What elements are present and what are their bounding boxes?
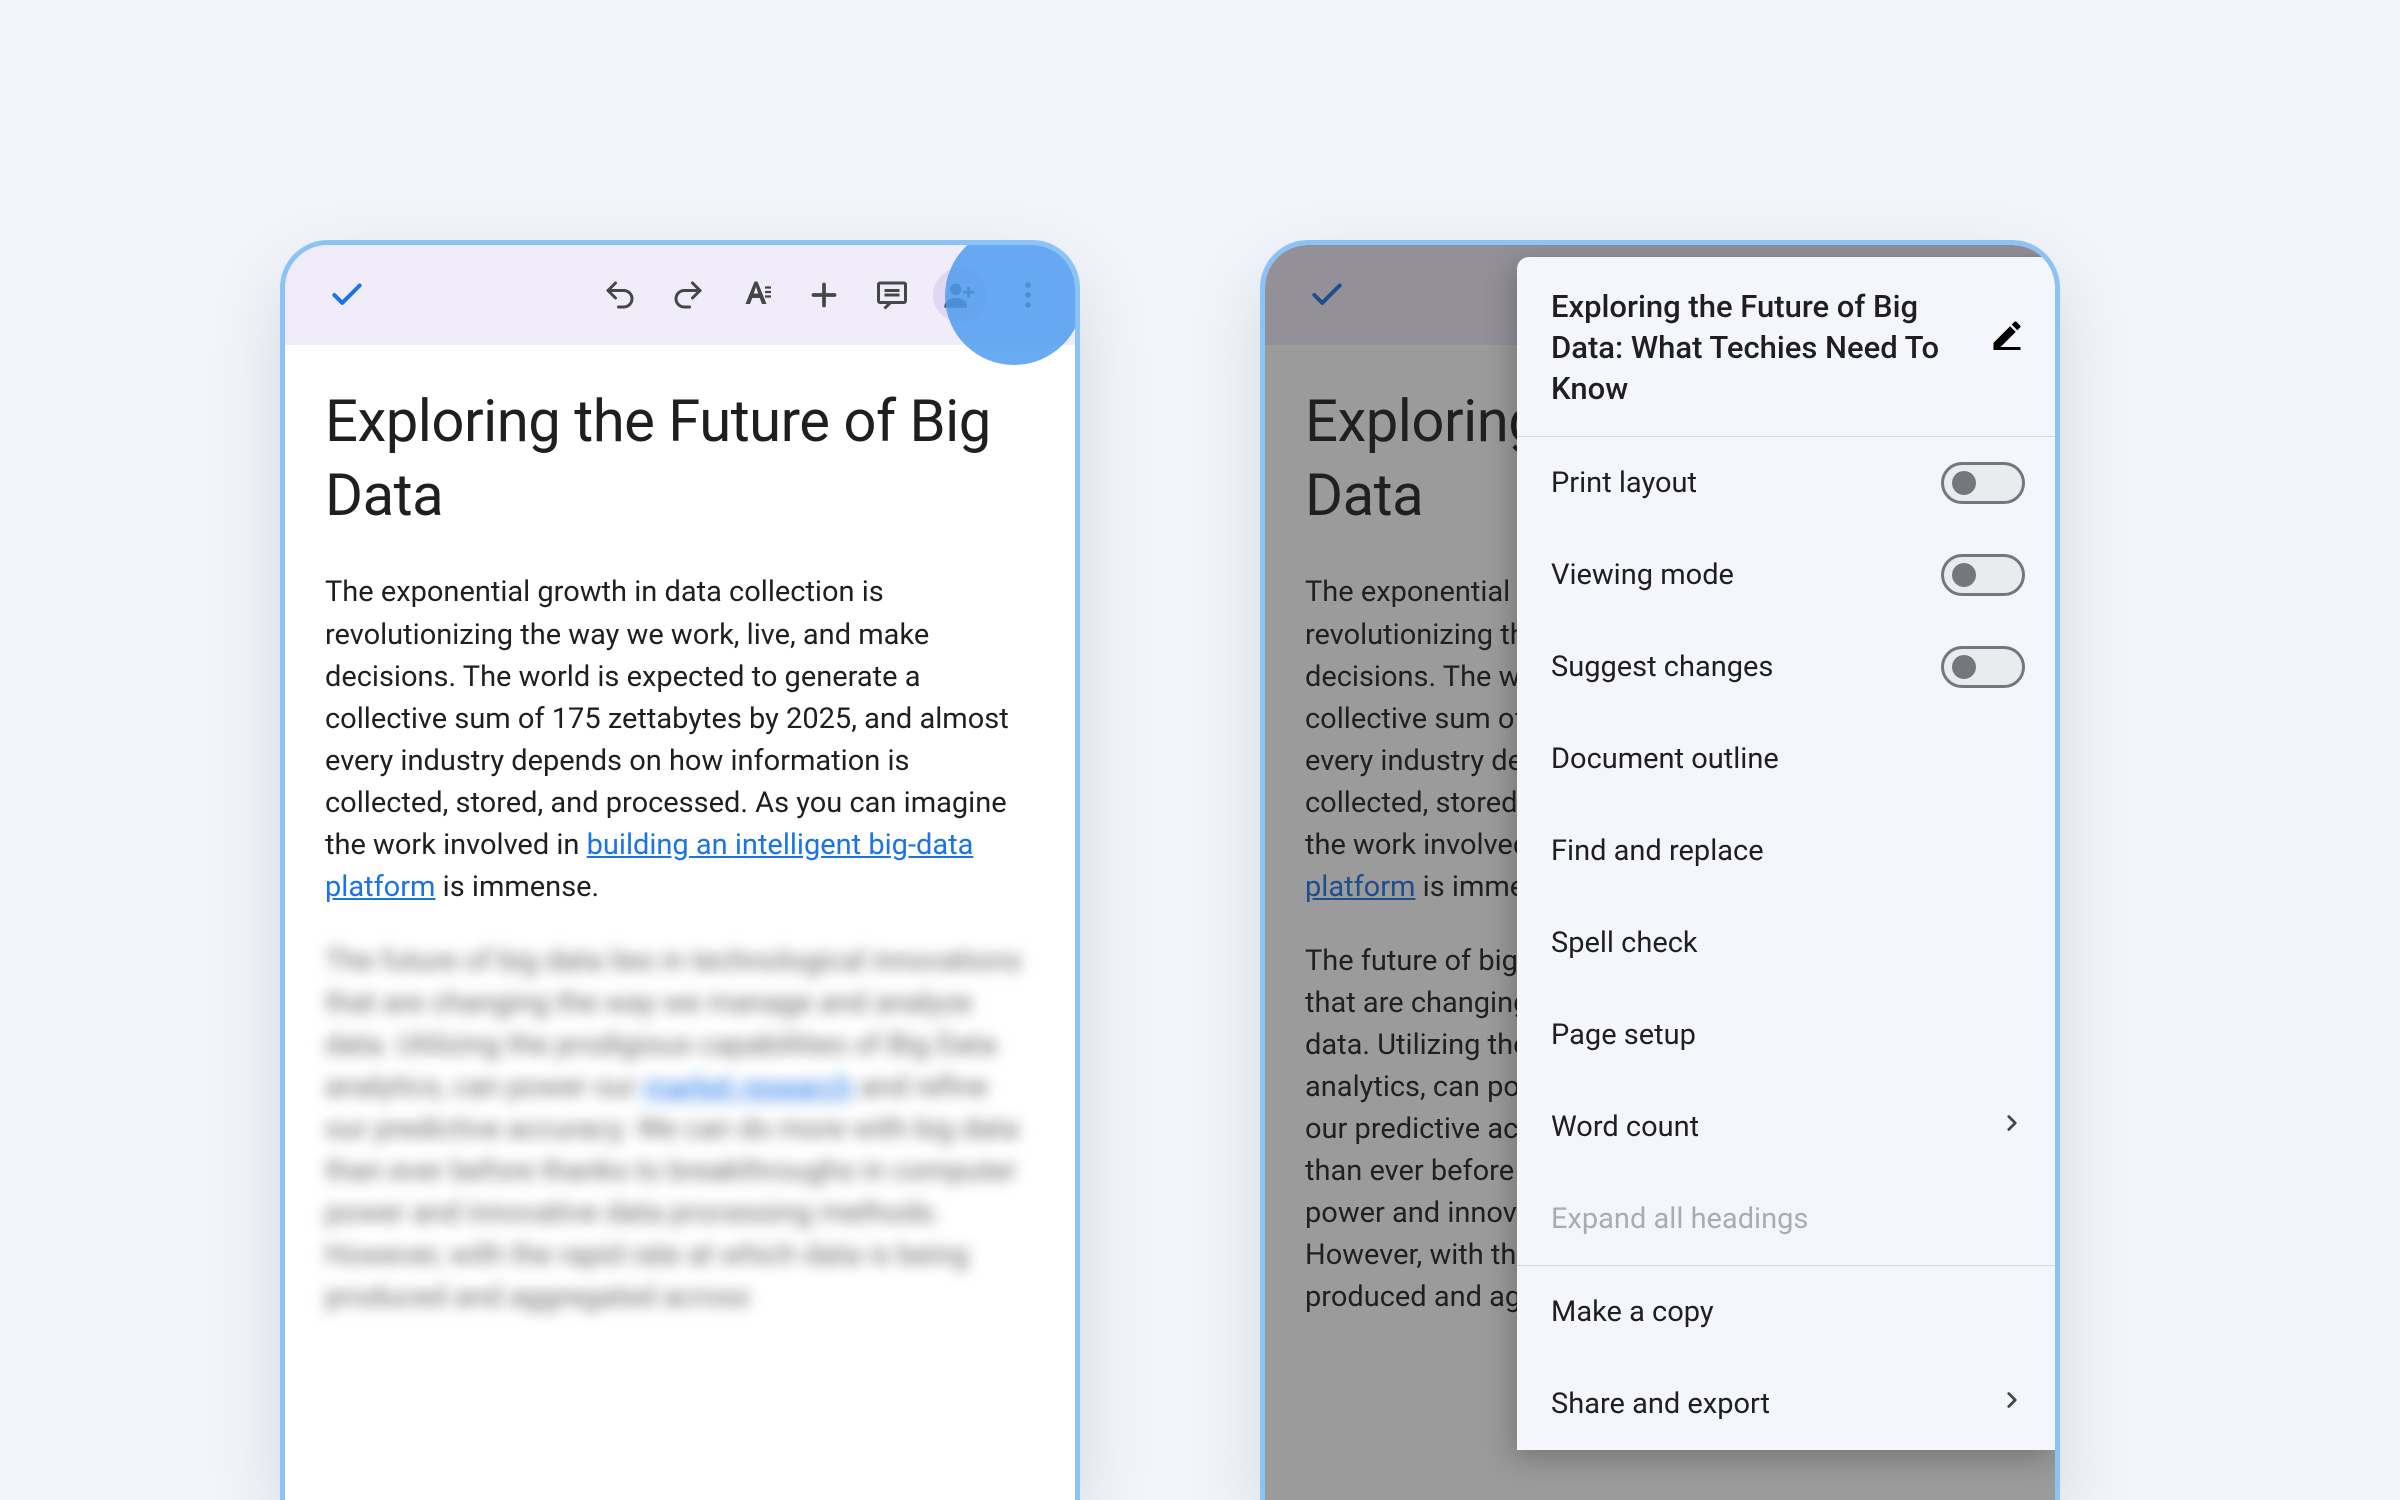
- menu-item-label: Expand all headings: [1551, 1202, 1808, 1236]
- document-body[interactable]: Exploring the Future of Big Data The exp…: [285, 345, 1075, 1318]
- overflow-menu: Exploring the Future of Big Data: What T…: [1517, 257, 2055, 1450]
- document-paragraph-blurred: The future of big data lies in technolog…: [325, 940, 1035, 1318]
- menu-item-label: Print layout: [1551, 466, 1697, 500]
- phone-left: Exploring the Future of Big Data The exp…: [280, 240, 1080, 1500]
- menu-item-label: Document outline: [1551, 742, 1779, 776]
- menu-spell-check[interactable]: Spell check: [1517, 897, 2055, 989]
- menu-item-label: Share and export: [1551, 1387, 1770, 1421]
- menu-item-label: Find and replace: [1551, 834, 1764, 868]
- menu-page-setup[interactable]: Page setup: [1517, 989, 2055, 1081]
- done-check-icon[interactable]: [320, 268, 374, 322]
- document-title[interactable]: Exploring the Future of Big Data: [325, 385, 1035, 533]
- toggle-suggest-changes[interactable]: [1941, 646, 2025, 688]
- menu-viewing-mode[interactable]: Viewing mode: [1517, 529, 2055, 621]
- toggle-viewing-mode[interactable]: [1941, 554, 2025, 596]
- menu-item-label: Suggest changes: [1551, 650, 1773, 684]
- document-paragraph[interactable]: The exponential growth in data collectio…: [325, 571, 1035, 907]
- toggle-print-layout[interactable]: [1941, 462, 2025, 504]
- menu-item-label: Word count: [1551, 1110, 1699, 1144]
- share-person-icon[interactable]: [933, 268, 987, 322]
- menu-suggest-changes[interactable]: Suggest changes: [1517, 621, 2055, 713]
- paragraph-text: The exponential growth in data collectio…: [325, 575, 1009, 861]
- menu-make-copy[interactable]: Make a copy: [1517, 1266, 2055, 1358]
- menu-expand-headings: Expand all headings: [1517, 1173, 2055, 1265]
- menu-item-label: Viewing mode: [1551, 558, 1734, 592]
- menu-item-label: Make a copy: [1551, 1295, 1714, 1329]
- phone-right: Exploring the Future of Big Data The exp…: [1260, 240, 2060, 1500]
- menu-item-label: Spell check: [1551, 926, 1698, 960]
- redo-icon[interactable]: [661, 268, 715, 322]
- edit-title-icon[interactable]: [1989, 317, 2025, 357]
- text-format-icon[interactable]: [729, 268, 783, 322]
- chevron-right-icon: [1999, 1387, 2025, 1421]
- paragraph-text: and refine our predictive accuracy. We c…: [325, 1070, 1019, 1314]
- undo-icon[interactable]: [593, 268, 647, 322]
- menu-document-title: Exploring the Future of Big Data: What T…: [1551, 287, 1969, 410]
- insert-plus-icon[interactable]: [797, 268, 851, 322]
- menu-item-label: Page setup: [1551, 1018, 1696, 1052]
- menu-find-replace[interactable]: Find and replace: [1517, 805, 2055, 897]
- link-market-research: market research: [644, 1070, 853, 1104]
- menu-word-count[interactable]: Word count: [1517, 1081, 2055, 1173]
- toolbar: [285, 245, 1075, 345]
- more-vert-icon[interactable]: [1001, 268, 1055, 322]
- menu-print-layout[interactable]: Print layout: [1517, 437, 2055, 529]
- paragraph-text: is immense.: [435, 870, 599, 904]
- chevron-right-icon: [1999, 1110, 2025, 1144]
- comment-icon[interactable]: [865, 268, 919, 322]
- menu-share-export[interactable]: Share and export: [1517, 1358, 2055, 1450]
- menu-document-outline[interactable]: Document outline: [1517, 713, 2055, 805]
